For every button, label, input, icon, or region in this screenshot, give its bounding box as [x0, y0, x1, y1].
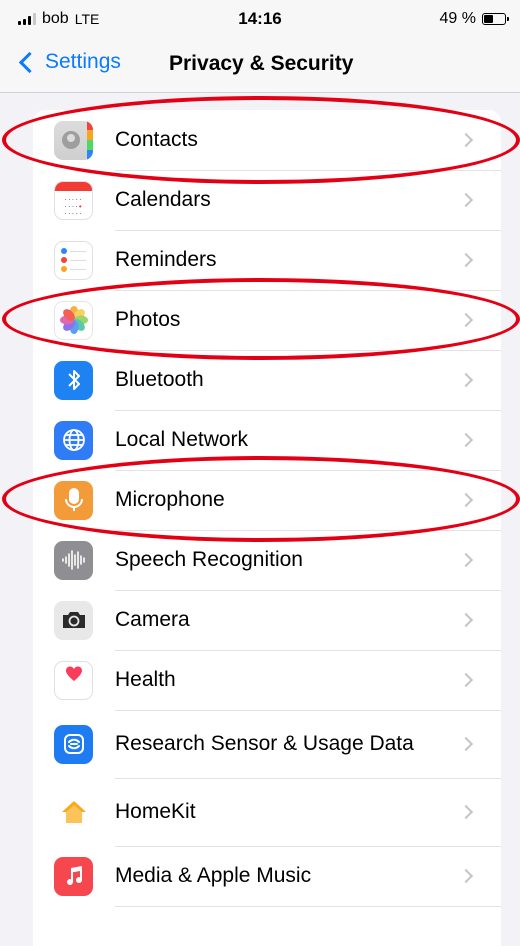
back-button[interactable]: Settings: [18, 50, 121, 74]
chevron-left-icon: [18, 51, 41, 74]
list-item-contacts[interactable]: Contacts: [33, 110, 501, 170]
list-item-label: Calendars: [115, 188, 211, 211]
privacy-settings-list: Contacts ····· ····• ····· Calendars Remin…: [33, 110, 501, 946]
waveform-icon: [54, 540, 93, 580]
list-item-label: Speech Recognition: [115, 548, 303, 571]
home-icon: [54, 792, 93, 832]
back-button-label: Settings: [45, 50, 121, 73]
camera-icon: [54, 600, 93, 640]
list-item-label: Bluetooth: [115, 368, 204, 391]
list-item-photos[interactable]: Photos: [33, 290, 501, 350]
research-sensor-icon: [54, 724, 93, 764]
status-bar: bob LTE 14:16 49 %: [0, 0, 520, 40]
contacts-icon: [54, 120, 93, 160]
list-item-calendars[interactable]: ····· ····• ····· Calendars: [33, 170, 501, 230]
music-note-icon: [54, 856, 93, 896]
list-item-homekit[interactable]: HomeKit: [33, 778, 501, 846]
list-item-health[interactable]: Health: [33, 650, 501, 710]
microphone-icon: [54, 480, 93, 520]
list-item-label: Research Sensor & Usage Data: [115, 732, 414, 755]
list-item-label: Local Network: [115, 428, 249, 451]
battery-percentage: 49 %: [439, 10, 476, 27]
list-item-local-network[interactable]: Local Network: [33, 410, 501, 470]
list-item-reminders[interactable]: Reminders: [33, 230, 501, 290]
list-item-speech-recognition[interactable]: Speech Recognition: [33, 530, 501, 590]
calendar-icon: ····· ····• ·····: [54, 180, 93, 220]
battery-icon: [482, 13, 509, 25]
list-item-partial[interactable]: [33, 906, 501, 946]
heart-icon: [54, 660, 93, 700]
list-item-microphone[interactable]: Microphone: [33, 470, 501, 530]
page-title: Privacy & Security: [169, 52, 354, 75]
list-item-label: Contacts: [115, 128, 198, 151]
list-item-label: Photos: [115, 308, 181, 331]
list-item-bluetooth[interactable]: Bluetooth: [33, 350, 501, 410]
list-item-label: Reminders: [115, 248, 217, 271]
list-item-label: HomeKit: [115, 800, 196, 823]
bluetooth-icon: [54, 360, 93, 400]
list-item-label: Camera: [115, 608, 190, 631]
list-item-label: Media & Apple Music: [115, 864, 312, 887]
reminders-icon: [54, 240, 93, 280]
list-item-label: Health: [115, 668, 176, 691]
photos-icon: [54, 300, 93, 340]
globe-icon: [54, 420, 93, 460]
list-item-camera[interactable]: Camera: [33, 590, 501, 650]
battery-info: 49 %: [439, 10, 509, 28]
list-item-media-apple-music[interactable]: Media & Apple Music: [33, 846, 501, 906]
list-item-label: Microphone: [115, 488, 225, 511]
list-item-research-sensor[interactable]: Research Sensor & Usage Data: [33, 710, 501, 778]
navigation-bar: Settings Privacy & Security: [0, 40, 520, 93]
